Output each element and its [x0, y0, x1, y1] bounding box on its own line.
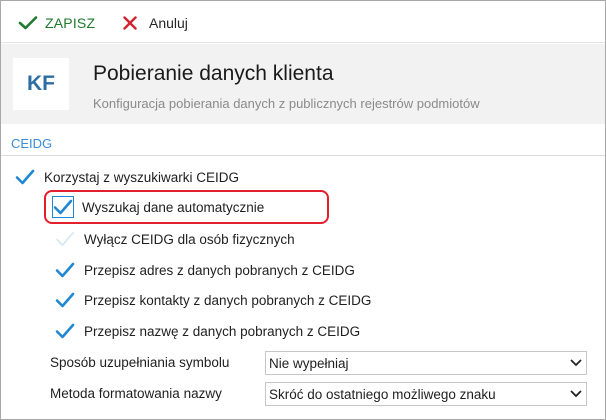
check-icon — [52, 196, 74, 218]
checkbox-auto-search[interactable]: Wyszukaj dane automatycznie — [52, 196, 264, 218]
checkbox-label: Wyłącz CEIDG dla osób fizycznych — [84, 231, 295, 247]
chevron-down-icon — [566, 383, 586, 405]
toolbar: ZAPISZ Anuluj — [1, 1, 605, 43]
check-icon — [54, 259, 76, 281]
check-icon — [54, 289, 76, 311]
check-icon — [54, 228, 76, 250]
module-badge-text: KF — [27, 72, 55, 95]
select-value: Nie wypełniaj — [269, 355, 349, 371]
save-button[interactable]: ZAPISZ — [17, 11, 95, 35]
checkbox-label: Przepisz nazwę z danych pobranych z CEID… — [84, 323, 361, 339]
checkbox-label: Wyszukaj dane automatycznie — [82, 199, 265, 215]
page-title: Pobieranie danych klienta — [93, 62, 334, 85]
cancel-label: Anuluj — [149, 15, 188, 31]
module-badge: KF — [13, 58, 69, 110]
symbol-method-label: Sposób uzupełniania symbolu — [50, 355, 230, 370]
checkbox-label: Przepisz adres z danych pobranych z CEID… — [84, 262, 355, 278]
checkbox-copy-contacts[interactable]: Przepisz kontakty z danych pobranych z C… — [54, 289, 371, 311]
checkbox-disable-natural-persons[interactable]: Wyłącz CEIDG dla osób fizycznych — [54, 228, 295, 250]
checkbox-copy-name[interactable]: Przepisz nazwę z danych pobranych z CEID… — [54, 320, 360, 342]
checkbox-copy-address[interactable]: Przepisz adres z danych pobranych z CEID… — [54, 259, 355, 281]
section-title-ceidg: CEIDG — [11, 136, 53, 151]
save-label: ZAPISZ — [45, 15, 96, 31]
checkbox-label: Korzystaj z wyszukiwarki CEIDG — [44, 169, 240, 185]
name-format-select[interactable]: Skróć do ostatniego możliwego znaku — [265, 382, 587, 406]
chevron-down-icon — [566, 352, 586, 374]
page-subtitle: Konfiguracja pobierania danych z publicz… — [93, 96, 480, 111]
name-format-label: Metoda formatowania nazwy — [50, 386, 222, 401]
checkbox-label: Przepisz kontakty z danych pobranych z C… — [84, 292, 372, 308]
symbol-method-select[interactable]: Nie wypełniaj — [265, 351, 587, 375]
cancel-button[interactable]: Anuluj — [119, 11, 188, 35]
page-header: KF Pobieranie danych klienta Konfiguracj… — [1, 44, 605, 124]
close-x-icon — [119, 12, 141, 34]
select-value: Skróć do ostatniego możliwego znaku — [269, 386, 496, 402]
section-divider — [1, 155, 605, 156]
checkmark-icon — [17, 12, 39, 34]
checkbox-use-ceidg-search[interactable]: Korzystaj z wyszukiwarki CEIDG — [14, 166, 239, 188]
check-icon — [54, 320, 76, 342]
check-icon — [14, 166, 36, 188]
